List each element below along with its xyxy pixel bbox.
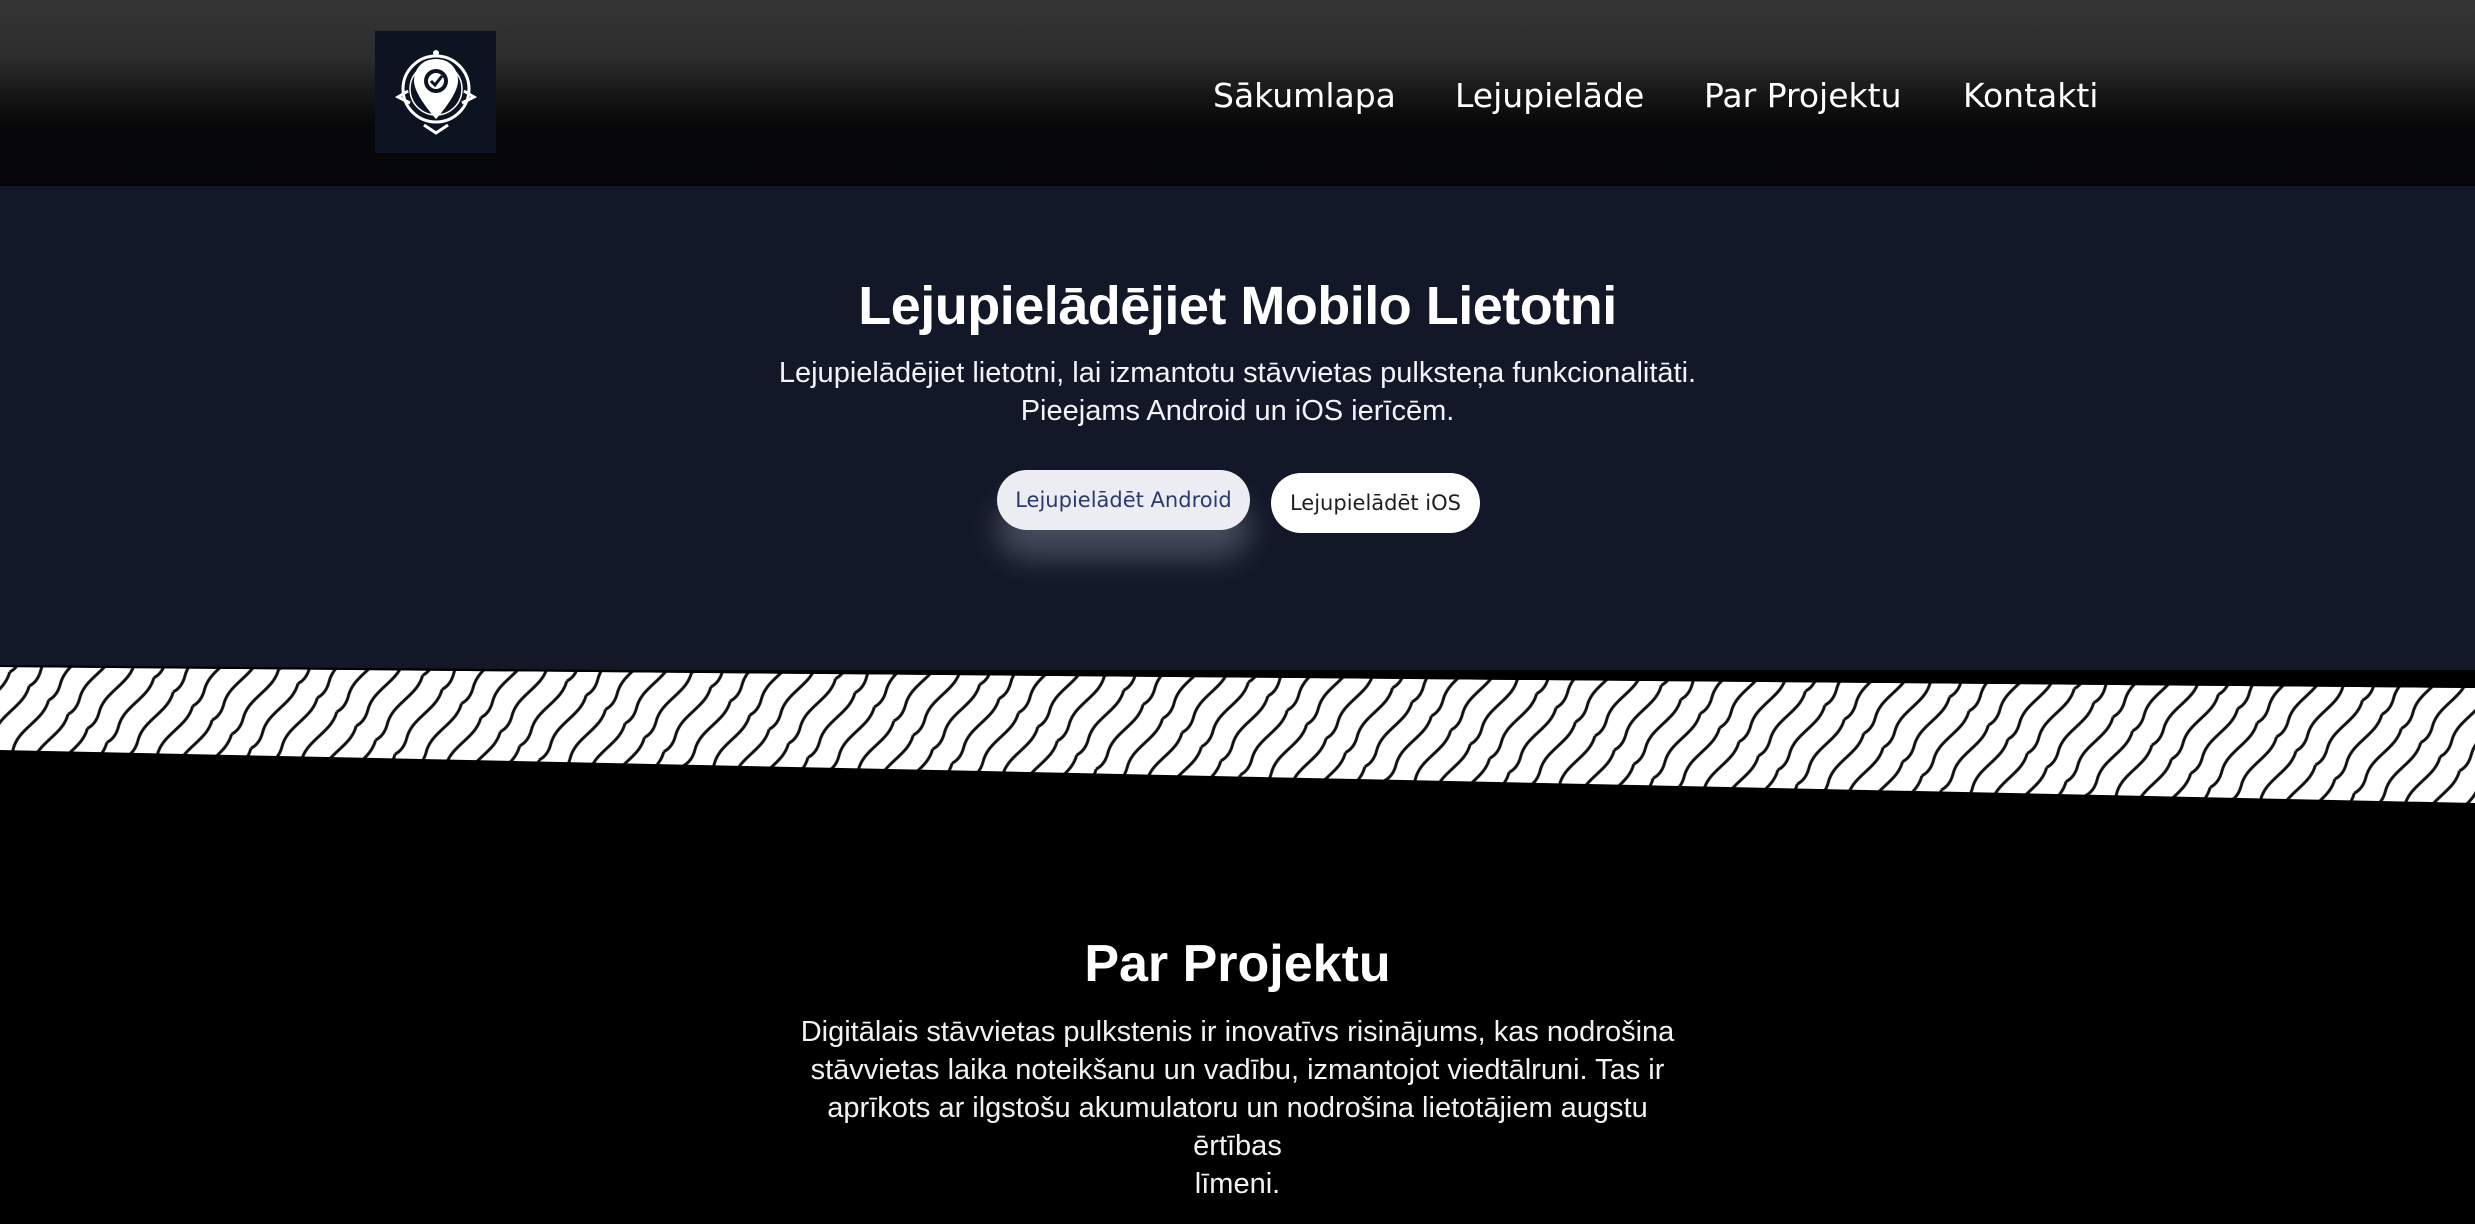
download-description-line-2: Pieejams Android un iOS ierīcēm. (1020, 395, 1455, 427)
wave-stripe-divider (0, 665, 2475, 815)
nav-link-download[interactable]: Lejupielāde (1455, 72, 1644, 120)
about-title: Par Projektu (1084, 935, 1391, 993)
about-description: Digitālais stāvvietas pulkstenis ir inov… (780, 1013, 1695, 1203)
about-description-line-1: Digitālais stāvvietas pulkstenis ir inov… (800, 1016, 1675, 1048)
download-title: Lejupielādējiet Mobilo Lietotni (858, 276, 1617, 336)
download-android-button[interactable]: Lejupielādēt Android (997, 470, 1250, 530)
nav-link-home[interactable]: Sākumlapa (1213, 72, 1396, 120)
download-ios-button[interactable]: Lejupielādēt iOS (1271, 473, 1480, 533)
nav-link-contacts[interactable]: Kontakti (1963, 72, 2098, 120)
nav-link-about[interactable]: Par Projektu (1704, 72, 1901, 120)
about-description-line-3: aprīkots ar ilgstošu akumulatoru un nodr… (827, 1092, 1648, 1162)
about-description-line-2: stāvvietas laika noteikšanu un vadību, i… (810, 1054, 1665, 1086)
download-description: Lejupielādējiet lietotni, lai izmantotu … (0, 354, 2475, 430)
about-description-line-4: līmeni. (1194, 1168, 1281, 1200)
download-description-line-1: Lejupielādējiet lietotni, lai izmantotu … (778, 357, 1697, 389)
site-header: Sākumlapa Lejupielāde Par Projektu Konta… (0, 0, 2475, 186)
download-section: Lejupielādējiet Mobilo Lietotni Lejupiel… (0, 186, 2475, 670)
main-nav: Sākumlapa Lejupielāde Par Projektu Konta… (0, 72, 2475, 120)
